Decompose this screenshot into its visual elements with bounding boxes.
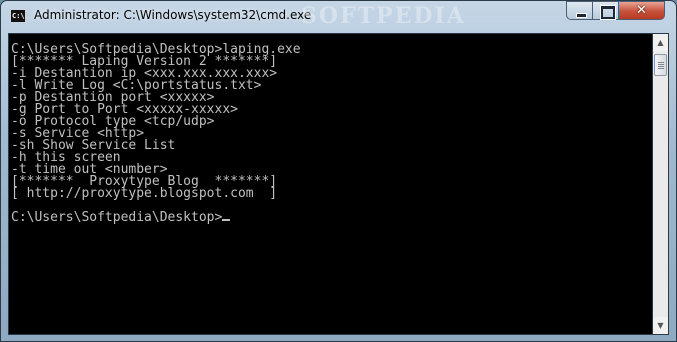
maximize-button[interactable] xyxy=(592,1,619,20)
window-title: Administrator: C:\Windows\system32\cmd.e… xyxy=(34,8,312,22)
grip-line xyxy=(658,62,664,63)
close-icon: ✕ xyxy=(636,3,647,18)
grip-line xyxy=(658,66,664,67)
minimize-button[interactable] xyxy=(566,1,593,20)
minimize-icon xyxy=(576,13,587,18)
vertical-scrollbar[interactable]: ▲ ▼ xyxy=(653,33,669,335)
cmd-window: C:\ Administrator: C:\Windows\system32\c… xyxy=(0,0,677,342)
grip-line xyxy=(658,64,664,65)
arrow-down-icon: ▼ xyxy=(657,321,664,330)
scroll-thumb[interactable] xyxy=(654,54,667,76)
title-bar[interactable]: C:\ Administrator: C:\Windows\system32\c… xyxy=(1,1,676,33)
text-cursor xyxy=(222,219,231,221)
console-output-area[interactable]: C:\Users\Softpedia\Desktop>laping.exe [*… xyxy=(8,33,653,335)
cmd-app-icon[interactable]: C:\ xyxy=(10,9,26,23)
console-text: C:\Users\Softpedia\Desktop>laping.exe [*… xyxy=(11,42,301,225)
console-output: C:\Users\Softpedia\Desktop>laping.exe [*… xyxy=(11,42,301,225)
grip-line xyxy=(658,68,664,69)
scroll-down-button[interactable]: ▼ xyxy=(653,317,668,334)
arrow-up-icon: ▲ xyxy=(657,38,664,47)
window-bottom-border xyxy=(1,335,676,341)
scroll-up-button[interactable]: ▲ xyxy=(653,34,668,51)
close-button[interactable]: ✕ xyxy=(618,1,665,20)
watermark: SOFTPEDIA xyxy=(301,3,466,29)
maximize-icon xyxy=(600,5,616,20)
